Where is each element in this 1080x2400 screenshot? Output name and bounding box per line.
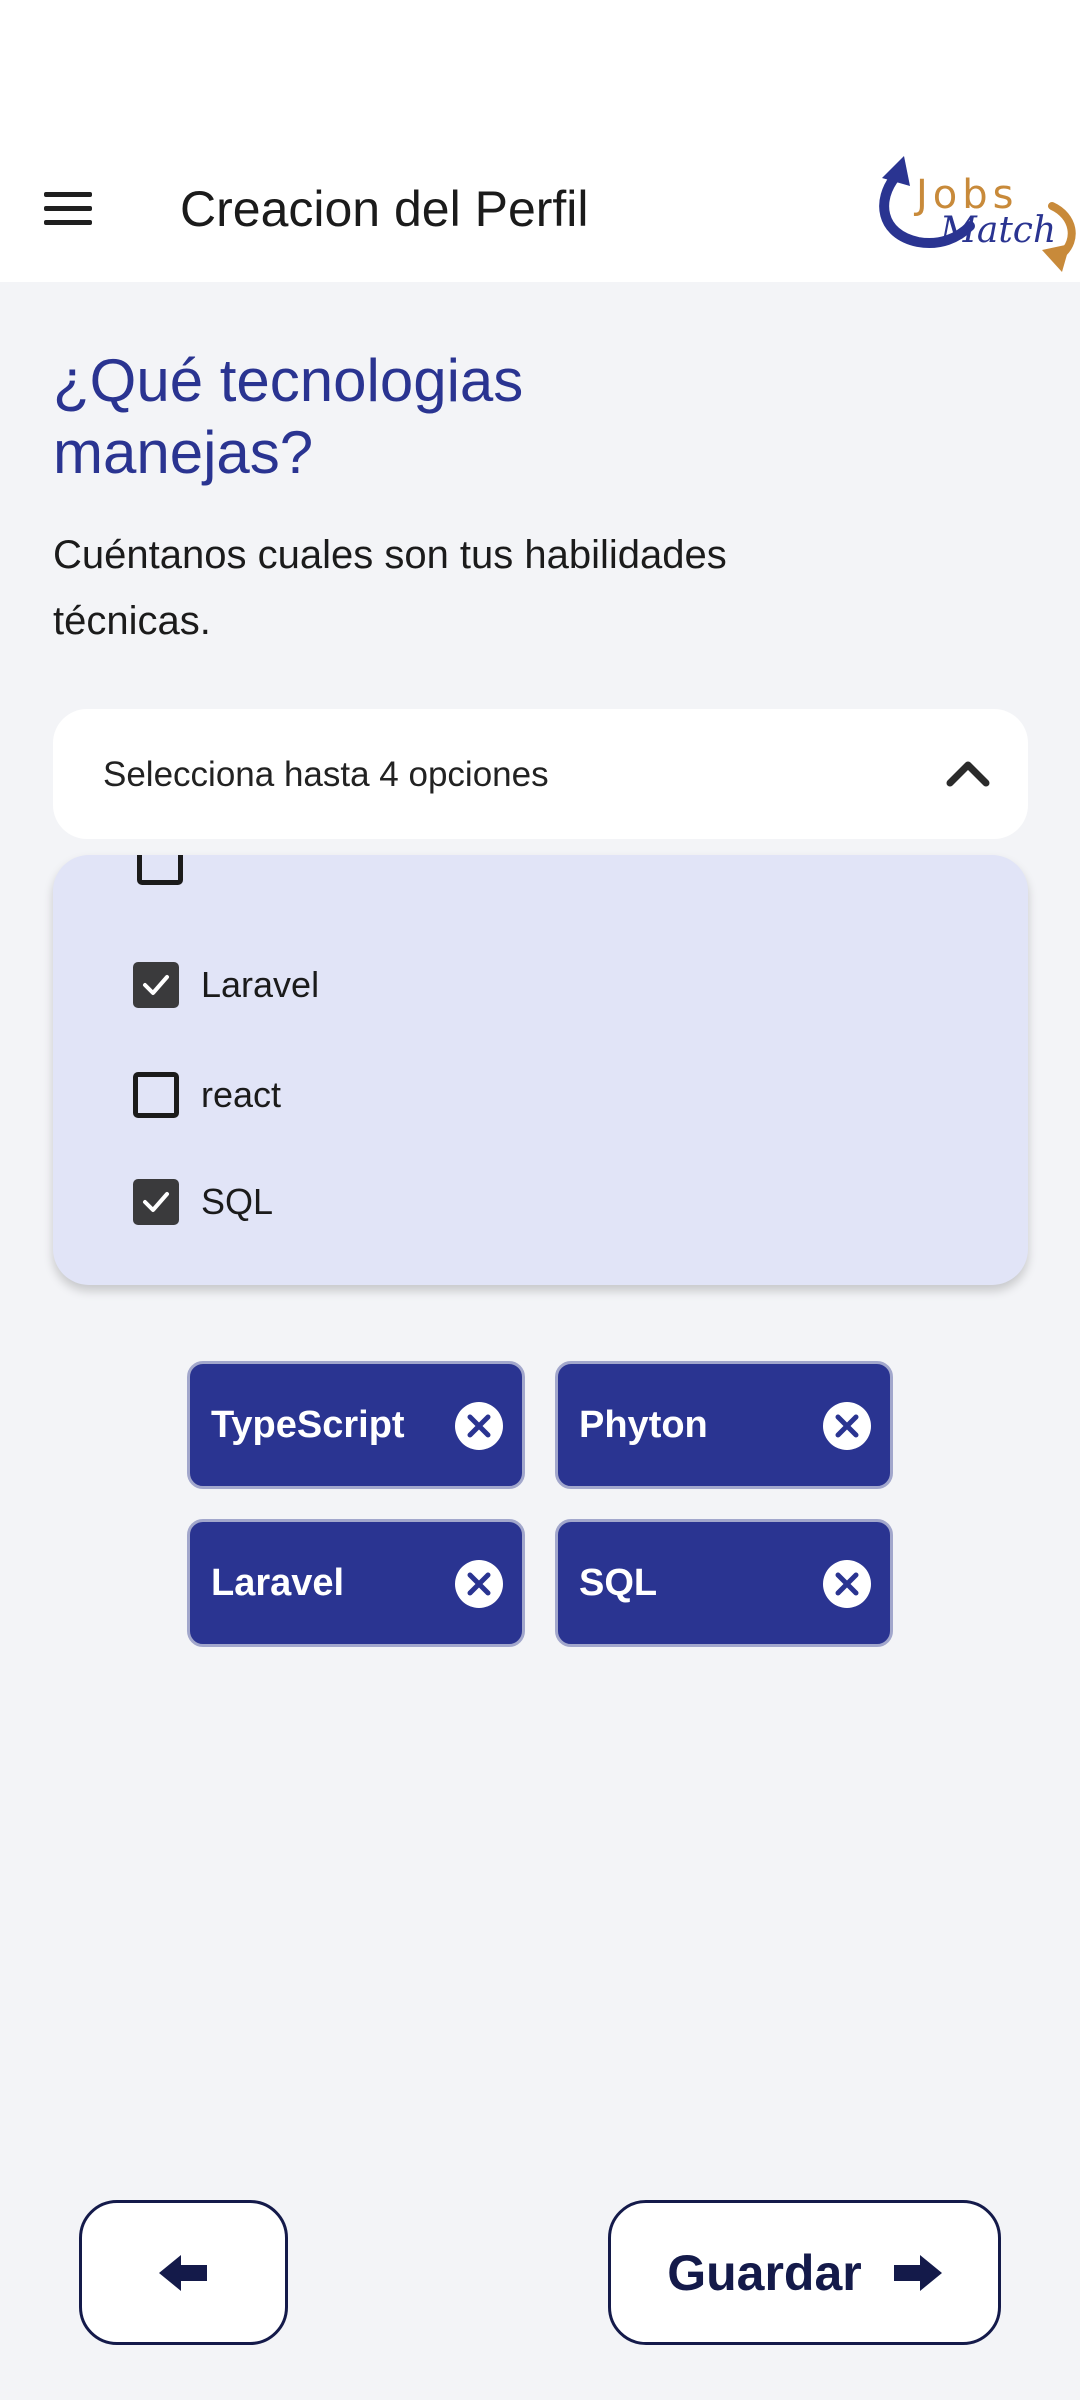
- option-react[interactable]: react: [133, 1065, 281, 1125]
- check-icon: [143, 1192, 169, 1212]
- chip-label: Phyton: [579, 1404, 708, 1446]
- technologies-select[interactable]: Selecciona hasta 4 opciones: [53, 709, 1028, 839]
- option-sql[interactable]: SQL: [133, 1172, 273, 1232]
- chip-phyton: Phyton: [555, 1361, 893, 1489]
- close-circle-icon[interactable]: [822, 1401, 872, 1451]
- checkbox-checked[interactable]: [133, 1179, 179, 1225]
- checkbox-unchecked[interactable]: [133, 1072, 179, 1118]
- option-label: react: [201, 1074, 282, 1115]
- chevron-up-icon[interactable]: [946, 757, 990, 787]
- close-circle-icon[interactable]: [454, 1559, 504, 1609]
- page-title: Creacion del Perfil: [180, 181, 589, 237]
- question-heading: ¿Qué tecnologias manejas?: [53, 347, 524, 486]
- close-circle-icon[interactable]: [822, 1559, 872, 1609]
- back-button[interactable]: [79, 2200, 288, 2345]
- logo-word-match: Match: [939, 210, 1056, 251]
- option-label: Laravel: [201, 964, 320, 1005]
- chip-typescript: TypeScript: [187, 1361, 525, 1489]
- question-subtitle: Cuéntanos cuales son tus habilidades téc…: [53, 533, 727, 643]
- save-button[interactable]: Guardar: [608, 2200, 1001, 2345]
- chip-label: TypeScript: [211, 1404, 405, 1446]
- hamburger-menu-icon[interactable]: [30, 170, 106, 246]
- option-label: SQL: [201, 1181, 274, 1222]
- chip-sql: SQL: [555, 1519, 893, 1647]
- checkbox-checked[interactable]: [133, 962, 179, 1008]
- options-dropdown[interactable]: Laravel react SQL: [53, 855, 1028, 1285]
- arrow-right-icon: [893, 2254, 942, 2291]
- chip-label: Laravel: [211, 1562, 345, 1604]
- arrow-left-icon: [158, 2254, 207, 2291]
- chip-label: SQL: [579, 1562, 658, 1604]
- option-laravel[interactable]: Laravel: [133, 955, 319, 1015]
- chip-laravel: Laravel: [187, 1519, 525, 1647]
- check-icon: [143, 975, 169, 995]
- scrolled-option-checkbox[interactable]: [137, 855, 183, 885]
- close-circle-icon[interactable]: [454, 1401, 504, 1451]
- status-bar-area: [0, 0, 1080, 140]
- select-placeholder: Selecciona hasta 4 opciones: [103, 755, 549, 794]
- save-button-label: Guardar: [667, 2244, 862, 2301]
- jobsmatch-logo: Jobs Match: [879, 156, 1076, 272]
- app-bar: Creacion del Perfil Jobs Match: [0, 140, 1080, 282]
